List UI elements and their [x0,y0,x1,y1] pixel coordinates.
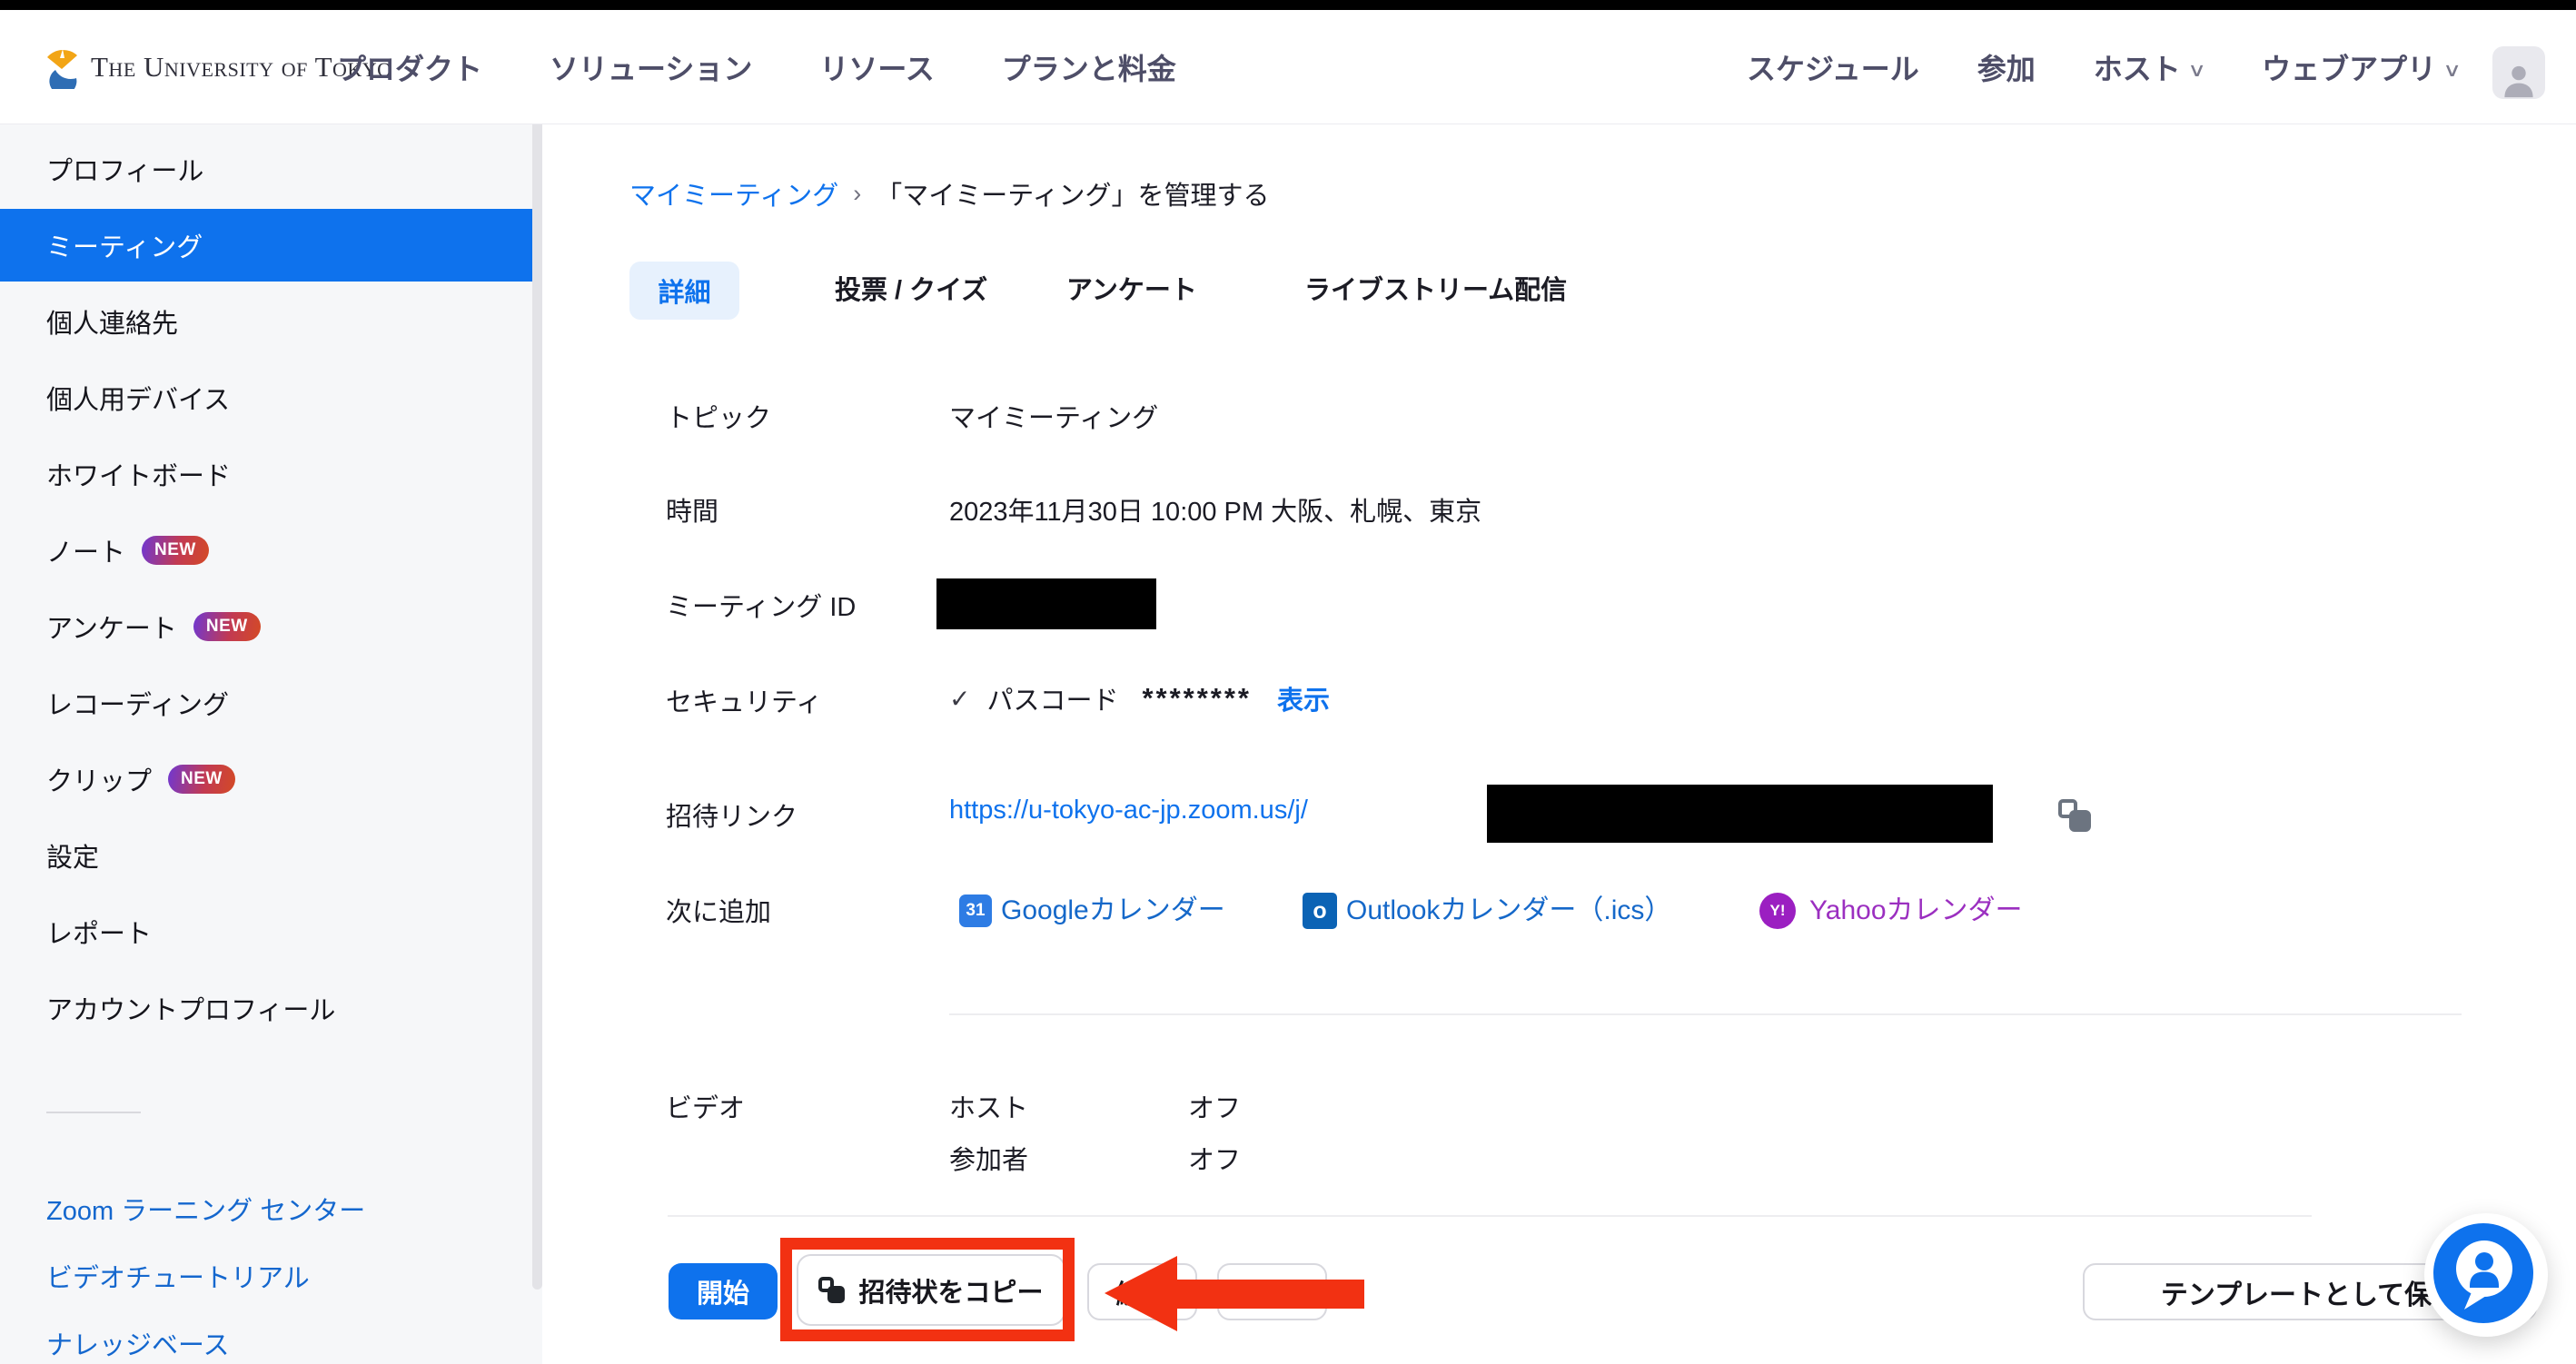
sidebar-item-reports[interactable]: レポート [0,895,532,968]
primary-nav: プロダクト ソリューション リソース プランと料金 [337,10,1176,124]
sidebar-scrollbar[interactable] [532,124,542,1290]
tab-survey[interactable]: アンケート [1066,262,1197,320]
video-participant-value: オフ [1188,1139,1241,1177]
top-nav-bar: The University of Tokyo プロダクト ソリューション リソ… [0,10,2576,124]
video-host-value: オフ [1188,1087,1241,1125]
ginkgo-leaf-icon [44,45,80,89]
nav-webapp-dropdown[interactable]: ウェブアプリ∨ [2262,46,2459,88]
sidebar-link-learning-center[interactable]: Zoom ラーニング センター [0,1191,509,1227]
sidebar-item-surveys[interactable]: アンケートNEW [0,590,532,663]
breadcrumb-my-meetings-link[interactable]: マイミーティング [629,174,838,213]
add-to-label: 次に追加 [666,891,771,929]
nav-plans-pricing[interactable]: プランと料金 [1002,46,1176,88]
invite-url-redaction [1487,785,1993,843]
new-badge: NEW [168,765,235,794]
topic-value: マイミーティング [949,397,1158,435]
delete-button[interactable]: 削除 [1217,1263,1327,1320]
nav-products[interactable]: プロダクト [337,46,482,88]
video-host-label: ホスト [949,1087,1028,1125]
sidebar-item-clips[interactable]: クリップNEW [0,743,532,815]
sidebar-item-profile[interactable]: プロフィール [0,133,532,205]
zoom-web-portal: The University of Tokyo プロダクト ソリューション リソ… [0,0,2576,1364]
chevron-down-icon: ∨ [2442,59,2462,82]
sidebar-item-meetings[interactable]: ミーティング [0,209,532,282]
invite-link-label: 招待リンク [666,796,798,834]
sidebar-item-recordings[interactable]: レコーディング [0,667,532,739]
video-participant-label: 参加者 [949,1139,1028,1177]
invite-url-link[interactable]: https://u-tokyo-ac-jp.zoom.us/j/ [949,796,1308,825]
copy-invite-link-icon[interactable] [2058,799,2095,835]
security-label: セキュリティ [666,681,822,719]
google-calendar-link[interactable]: Googleカレンダー [1001,891,1225,931]
passcode-mask: ******** [1142,682,1252,715]
meeting-id-label: ミーティング ID [666,586,856,624]
breadcrumb-current: 「マイミーティング」を管理する [876,174,1269,213]
sidebar-divider [46,1112,141,1113]
time-label: 時間 [666,490,718,529]
start-button[interactable]: 開始 [669,1263,778,1320]
user-avatar[interactable] [2492,46,2545,99]
passcode-label: パスコード [986,679,1118,717]
edit-button[interactable]: 編集 [1087,1263,1197,1320]
section-divider [949,1013,2462,1015]
sidebar-item-whiteboard[interactable]: ホワイトボード [0,438,532,510]
breadcrumb-separator: › [853,180,861,208]
sidebar-item-personal-devices[interactable]: 個人用デバイス [0,361,532,434]
tab-polls-quizzes[interactable]: 投票 / クイズ [835,262,987,320]
tab-details[interactable]: 詳細 [629,262,739,320]
nav-schedule[interactable]: スケジュール [1747,46,1919,88]
new-badge: NEW [142,536,209,565]
sidebar-item-settings[interactable]: 設定 [0,819,532,892]
check-icon: ✓ [949,684,970,714]
yahoo-calendar-link[interactable]: Yahooカレンダー [1809,891,2023,931]
nav-host-dropdown[interactable]: ホスト∨ [2094,46,2204,88]
sidebar-item-notes[interactable]: ノートNEW [0,514,532,587]
nav-solutions[interactable]: ソリューション [550,46,752,88]
new-badge: NEW [193,612,261,641]
person-icon [2499,59,2539,99]
nav-join[interactable]: 参加 [1977,46,2036,88]
passcode-show-link[interactable]: 表示 [1277,679,1330,717]
window-top-strip [0,0,2576,10]
sidebar-link-knowledge-base[interactable]: ナレッジベース [0,1325,509,1361]
sidebar-link-video-tutorials[interactable]: ビデオチュートリアル [0,1258,509,1294]
account-nav: スケジュール 参加 ホスト∨ ウェブアプリ∨ [1747,10,2460,124]
sidebar-item-personal-contacts[interactable]: 個人連絡先 [0,285,532,358]
google-calendar-icon[interactable]: 31 [959,895,992,927]
topic-label: トピック [666,397,771,435]
chevron-down-icon: ∨ [2187,59,2206,82]
tab-live-streaming[interactable]: ライブストリーム配信 [1304,262,1567,320]
security-row: ✓ パスコード ******** 表示 [949,679,1330,717]
yahoo-calendar-icon[interactable]: Y! [1759,893,1796,929]
meeting-id-redaction [936,578,1156,629]
video-label: ビデオ [666,1087,745,1125]
outlook-calendar-icon[interactable]: o [1303,893,1337,929]
chat-person-icon [2433,1223,2533,1323]
copy-icon [818,1277,846,1304]
breadcrumb: マイミーティング › 「マイミーティング」を管理する [629,175,1270,212]
copy-invitation-button[interactable]: 招待状をコピー [797,1254,1065,1326]
nav-resources[interactable]: リソース [819,46,934,88]
sidebar: プロフィール ミーティング 個人連絡先 個人用デバイス ホワイトボード ノートN… [0,124,542,1364]
time-value: 2023年11月30日 10:00 PM 大阪、札幌、東京 [949,490,1481,529]
outlook-calendar-link[interactable]: Outlookカレンダー（.ics） [1346,891,1671,931]
sidebar-item-account-profile[interactable]: アカウントプロフィール [0,972,532,1044]
footer-divider [668,1215,2312,1217]
support-chat-button[interactable] [2433,1223,2533,1323]
